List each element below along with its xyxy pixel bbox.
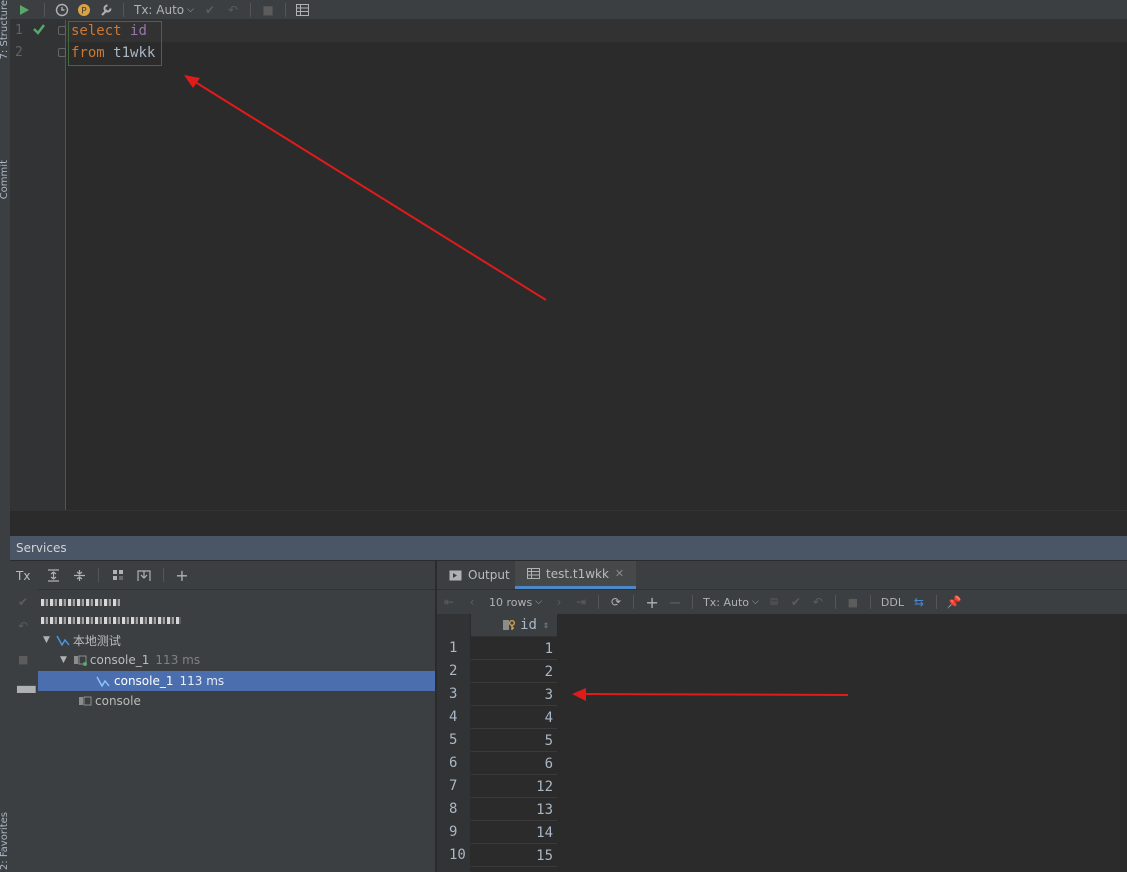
annotation-arrow bbox=[583, 693, 849, 696]
arrowhead-icon bbox=[572, 688, 586, 701]
annotation-arrow bbox=[191, 79, 547, 301]
arrowhead-icon bbox=[184, 75, 200, 88]
annotation-layer bbox=[184, 75, 849, 701]
